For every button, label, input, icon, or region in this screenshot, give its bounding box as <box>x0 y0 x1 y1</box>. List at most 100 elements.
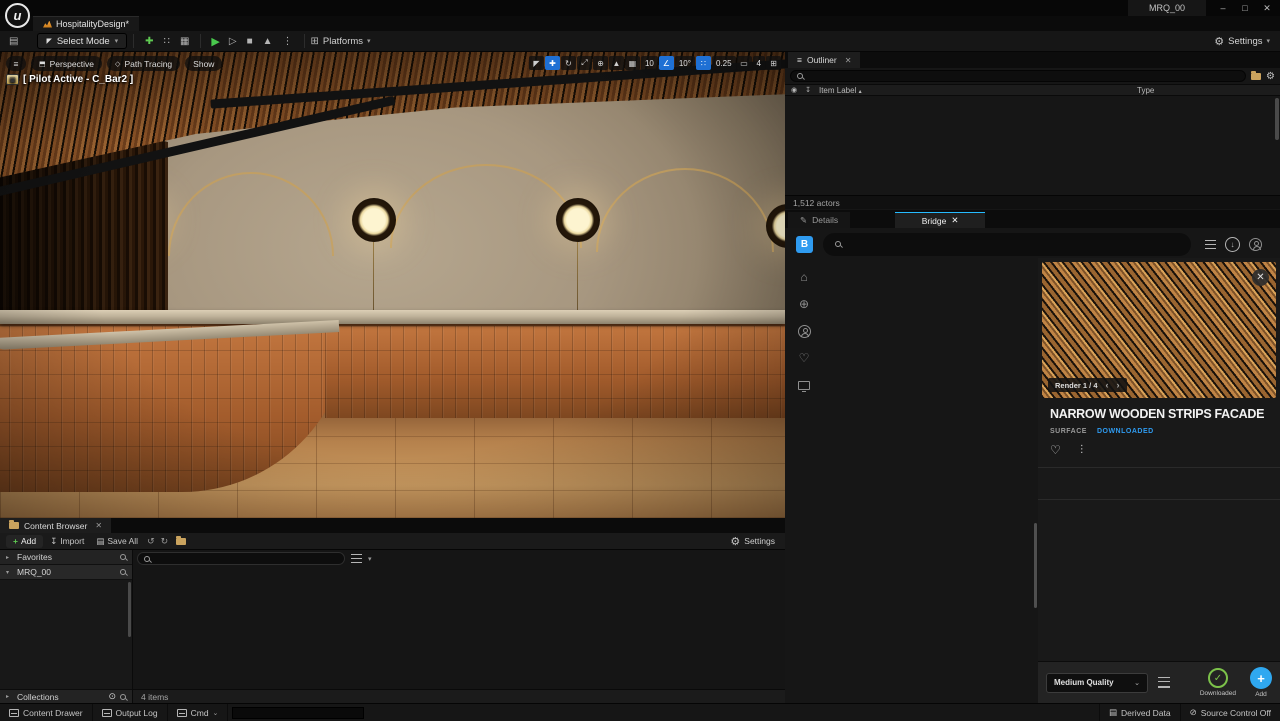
collections-header[interactable]: ▸ Collections ⊙ <box>0 689 132 703</box>
stop-button[interactable]: ■ <box>242 36 258 47</box>
more-options-kebab-icon[interactable]: ⋮ <box>1077 444 1087 455</box>
create-folder-icon[interactable] <box>1251 70 1262 80</box>
cinematics-icon[interactable]: ▦ <box>175 36 194 47</box>
play-options-kebab-icon[interactable]: ⋮ <box>278 36 298 47</box>
bridge-tab[interactable]: Bridge ✕ <box>895 212 986 228</box>
tree-scrollbar[interactable] <box>128 582 131 637</box>
grid-snap-value[interactable]: 10 <box>640 56 658 70</box>
save-icon[interactable]: ▤ <box>4 36 23 47</box>
scale-snap-icon[interactable]: ∷ <box>695 56 711 70</box>
frame-skip-button[interactable]: ▷ <box>224 36 242 47</box>
rotation-snap-icon[interactable]: ∠ <box>658 56 674 70</box>
right-panel-column: ≡ Outliner ✕ ⚙ ◉ ↧ Item Label ▴ Type 1,5… <box>785 52 1280 703</box>
select-tool-icon[interactable]: ◤ <box>528 56 544 70</box>
visibility-column-eye-icon[interactable]: ◉ <box>791 86 797 94</box>
console-input[interactable] <box>238 707 359 718</box>
back-icon[interactable]: ↺ <box>145 536 157 547</box>
prev-render-icon[interactable]: ‹ <box>1106 380 1109 390</box>
search-icon[interactable] <box>120 554 126 560</box>
project-header[interactable]: ▾ MRQ_00 <box>0 565 132 580</box>
outliner-tab[interactable]: ≡ Outliner ✕ <box>788 52 861 68</box>
cmd-dropdown[interactable]: Cmd ⌄ <box>168 704 229 721</box>
folder-icon <box>176 535 187 545</box>
asset-search-input[interactable] <box>154 553 338 564</box>
add-asset-action[interactable]: + Add <box>1250 667 1272 698</box>
camera-speed-icon[interactable]: ▭ <box>736 56 752 70</box>
content-browser-tab[interactable]: Content Browser ✕ <box>0 518 112 533</box>
settings-dropdown[interactable]: ⚙ Settings ▾ <box>1214 35 1280 48</box>
favorites-header[interactable]: ▸ Favorites <box>0 550 132 565</box>
save-all-button[interactable]: ▤ Save All <box>91 536 143 547</box>
forward-icon[interactable]: ↻ <box>159 536 171 547</box>
add-button[interactable]: + Add <box>6 534 44 548</box>
quality-select[interactable]: Medium Quality ⌄ <box>1046 672 1148 693</box>
restore-button[interactable]: □ <box>1234 3 1256 13</box>
derived-data-button[interactable]: ▤ Derived Data <box>1098 704 1180 721</box>
move-tool-icon[interactable]: ✚ <box>544 56 560 70</box>
rotate-tool-icon[interactable]: ↻ <box>560 56 576 70</box>
import-button[interactable]: ↧ Import <box>45 536 89 547</box>
viewport[interactable]: ≡ ⬒ Perspective ◇ Path Tracing Show ◤ ✚ … <box>0 52 785 518</box>
outliner-search-input[interactable] <box>807 70 1240 82</box>
pilot-camera-icon[interactable]: ▣ <box>6 74 19 85</box>
downloads-icon[interactable]: ↓ <box>1225 236 1240 252</box>
account-icon[interactable] <box>1249 237 1262 251</box>
home-icon[interactable]: ⌂ <box>800 270 807 284</box>
bridge-logo-icon[interactable]: B <box>796 235 813 253</box>
type-column[interactable]: Type <box>1137 86 1154 95</box>
perspective-dropdown[interactable]: ⬒ Perspective <box>31 56 103 71</box>
blueprints-icon[interactable]: ∷ <box>159 36 175 47</box>
add-collection-icon[interactable]: ⊙ <box>108 691 116 702</box>
grid-snap-icon[interactable]: ▦ <box>624 56 640 70</box>
filter-icon[interactable] <box>1205 239 1216 249</box>
surface-snap-icon[interactable]: ▲ <box>608 56 624 70</box>
bridge-scrollbar[interactable] <box>1034 523 1037 608</box>
folder-tree <box>0 580 132 689</box>
view-mode-dropdown[interactable]: ◇ Path Tracing <box>107 56 181 71</box>
output-log-button[interactable]: Output Log <box>93 704 168 721</box>
eject-button[interactable]: ▲ <box>258 36 278 47</box>
outliner-scrollbar[interactable] <box>1275 98 1279 140</box>
filter-icon[interactable] <box>351 554 362 563</box>
pin-column-icon[interactable]: ↧ <box>805 86 811 94</box>
item-label-column[interactable]: Item Label ▴ <box>819 86 862 95</box>
scale-tool-icon[interactable]: ⤢ <box>576 56 592 70</box>
outliner-settings-icon[interactable]: ⚙ <box>1266 71 1275 82</box>
select-mode-dropdown[interactable]: ◤ Select Mode ▾ <box>37 33 128 49</box>
user-icon[interactable] <box>797 324 811 338</box>
scale-snap-value[interactable]: 0.25 <box>711 56 736 70</box>
close-icon[interactable]: ✕ <box>1252 269 1269 286</box>
chevron-down-icon[interactable]: ▾ <box>368 555 372 563</box>
bridge-search-input[interactable] <box>849 237 1179 251</box>
platforms-dropdown[interactable]: ⊞ Platforms ▾ <box>311 36 371 47</box>
local-library-icon[interactable] <box>798 378 810 392</box>
rotation-snap-value[interactable]: 10° <box>674 56 695 70</box>
download-settings-icon[interactable] <box>1158 677 1170 688</box>
maximize-viewport-icon[interactable]: ⊞ <box>766 56 781 70</box>
favorite-heart-icon[interactable]: ♡ <box>1050 443 1061 457</box>
close-button[interactable]: ✕ <box>1256 3 1278 14</box>
next-render-icon[interactable]: › <box>1117 380 1120 390</box>
unreal-engine-logo-icon[interactable]: u <box>5 3 30 28</box>
show-dropdown[interactable]: Show <box>185 56 223 71</box>
heart-icon[interactable]: ♡ <box>799 351 810 365</box>
close-icon[interactable]: ✕ <box>95 521 102 530</box>
globe-icon[interactable]: ⊕ <box>799 297 809 311</box>
content-browser-settings-button[interactable]: ⚙ Settings <box>730 535 779 548</box>
world-space-icon[interactable]: ⊕ <box>592 56 608 70</box>
source-control-button[interactable]: ⊘ Source Control Off <box>1179 704 1280 721</box>
asset-preview-image[interactable]: ✕ Render 1 / 4 ‹ › <box>1042 262 1276 398</box>
search-icon[interactable] <box>120 569 126 575</box>
search-icon[interactable] <box>120 693 126 700</box>
content-drawer-button[interactable]: Content Drawer <box>0 704 93 721</box>
project-tab[interactable]: HospitalityDesign* <box>33 16 140 31</box>
camera-speed-value[interactable]: 4 <box>752 56 765 70</box>
add-actor-icon[interactable]: ✚ <box>140 36 158 47</box>
viewport-menu-icon[interactable]: ≡ <box>6 56 26 71</box>
details-tab[interactable]: ✎ Details <box>788 212 851 228</box>
content-browser-tab-row: Content Browser ✕ <box>0 518 785 533</box>
close-icon[interactable]: ✕ <box>845 56 852 65</box>
play-button[interactable]: ▶ <box>207 35 223 48</box>
minimize-button[interactable]: – <box>1212 3 1234 13</box>
close-icon[interactable]: ✕ <box>951 215 958 226</box>
